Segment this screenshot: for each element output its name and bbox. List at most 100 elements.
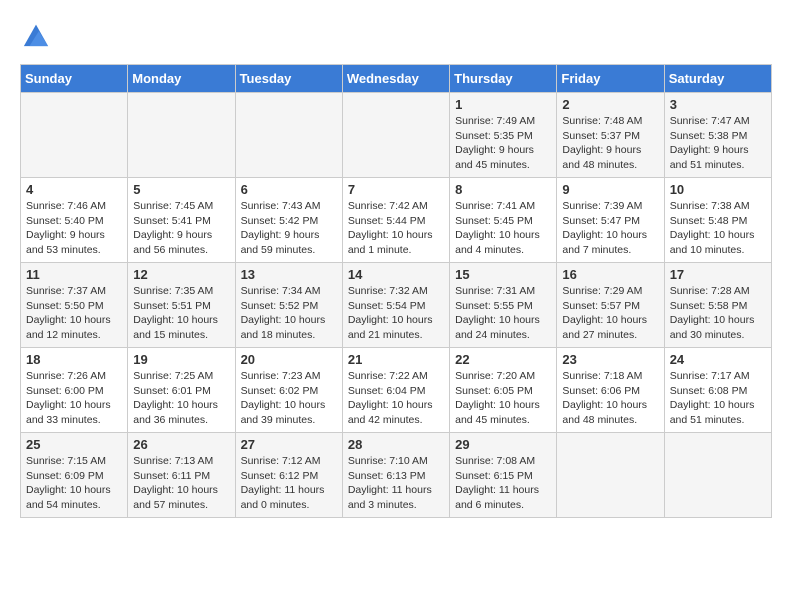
day-number: 24 [670, 352, 766, 367]
calendar-cell: 8 Sunrise: 7:41 AM Sunset: 5:45 PM Daylig… [450, 178, 557, 263]
calendar-cell: 26Sunrise: 7:13 AM Sunset: 6:11 PM Dayli… [128, 433, 235, 518]
day-number: 21 [348, 352, 444, 367]
column-header-thursday: Thursday [450, 65, 557, 93]
day-number: 20 [241, 352, 337, 367]
day-number: 2 [562, 97, 658, 112]
calendar-cell: 11 Sunrise: 7:37 AM Sunset: 5:50 PM Dayli… [21, 263, 128, 348]
calendar-cell: 7 Sunrise: 7:42 AM Sunset: 5:44 PM Daylig… [342, 178, 449, 263]
day-number: 22 [455, 352, 551, 367]
calendar-cell: 28 Sunrise: 7:10 AM Sunset: 6:13 PM Dayli… [342, 433, 449, 518]
day-number: 10 [670, 182, 766, 197]
day-number: 9 [562, 182, 658, 197]
calendar-cell: 22Sunrise: 7:20 AM Sunset: 6:05 PM Dayli… [450, 348, 557, 433]
day-number: 5 [133, 182, 229, 197]
calendar-cell: 10 Sunrise: 7:38 AM Sunset: 5:48 PM Dayli… [664, 178, 771, 263]
day-number: 15 [455, 267, 551, 282]
calendar-cell: 20 Sunrise: 7:23 AM Sunset: 6:02 PM Dayli… [235, 348, 342, 433]
day-info: Sunrise: 7:47 AM Sunset: 5:38 PM Dayligh… [670, 114, 766, 173]
day-number: 26 [133, 437, 229, 452]
page-header [20, 20, 772, 54]
day-info: Sunrise: 7:29 AM Sunset: 5:57 PM Dayligh… [562, 284, 658, 343]
calendar-cell: 17Sunrise: 7:28 AM Sunset: 5:58 PM Dayli… [664, 263, 771, 348]
calendar-week-row: 11 Sunrise: 7:37 AM Sunset: 5:50 PM Dayli… [21, 263, 772, 348]
calendar-cell: 24 Sunrise: 7:17 AM Sunset: 6:08 PM Dayli… [664, 348, 771, 433]
calendar-cell [342, 93, 449, 178]
day-number: 29 [455, 437, 551, 452]
day-info: Sunrise: 7:12 AM Sunset: 6:12 PM Dayligh… [241, 454, 337, 513]
day-number: 27 [241, 437, 337, 452]
day-number: 23 [562, 352, 658, 367]
column-header-tuesday: Tuesday [235, 65, 342, 93]
calendar-cell: 18 Sunrise: 7:26 AM Sunset: 6:00 PM Dayli… [21, 348, 128, 433]
column-header-wednesday: Wednesday [342, 65, 449, 93]
logo-icon [22, 20, 50, 48]
day-number: 11 [26, 267, 122, 282]
day-info: Sunrise: 7:48 AM Sunset: 5:37 PM Dayligh… [562, 114, 658, 173]
day-number: 18 [26, 352, 122, 367]
calendar-table: SundayMondayTuesdayWednesdayThursdayFrid… [20, 64, 772, 518]
day-number: 19 [133, 352, 229, 367]
day-info: Sunrise: 7:28 AM Sunset: 5:58 PM Dayligh… [670, 284, 766, 343]
calendar-cell: 25 Sunrise: 7:15 AM Sunset: 6:09 PM Dayli… [21, 433, 128, 518]
day-info: Sunrise: 7:15 AM Sunset: 6:09 PM Dayligh… [26, 454, 122, 513]
day-info: Sunrise: 7:26 AM Sunset: 6:00 PM Dayligh… [26, 369, 122, 428]
calendar-week-row: 1Sunrise: 7:49 AM Sunset: 5:35 PM Daylig… [21, 93, 772, 178]
day-info: Sunrise: 7:23 AM Sunset: 6:02 PM Dayligh… [241, 369, 337, 428]
calendar-cell: 2 Sunrise: 7:48 AM Sunset: 5:37 PM Daylig… [557, 93, 664, 178]
calendar-cell [557, 433, 664, 518]
calendar-cell [21, 93, 128, 178]
calendar-cell: 15 Sunrise: 7:31 AM Sunset: 5:55 PM Dayli… [450, 263, 557, 348]
calendar-cell [128, 93, 235, 178]
day-info: Sunrise: 7:41 AM Sunset: 5:45 PM Dayligh… [455, 199, 551, 258]
calendar-header-row: SundayMondayTuesdayWednesdayThursdayFrid… [21, 65, 772, 93]
day-info: Sunrise: 7:37 AM Sunset: 5:50 PM Dayligh… [26, 284, 122, 343]
calendar-cell: 13Sunrise: 7:34 AM Sunset: 5:52 PM Dayli… [235, 263, 342, 348]
calendar-cell: 3 Sunrise: 7:47 AM Sunset: 5:38 PM Daylig… [664, 93, 771, 178]
day-info: Sunrise: 7:22 AM Sunset: 6:04 PM Dayligh… [348, 369, 444, 428]
logo-text [20, 20, 50, 54]
column-header-monday: Monday [128, 65, 235, 93]
day-info: Sunrise: 7:35 AM Sunset: 5:51 PM Dayligh… [133, 284, 229, 343]
day-number: 7 [348, 182, 444, 197]
day-number: 28 [348, 437, 444, 452]
day-info: Sunrise: 7:10 AM Sunset: 6:13 PM Dayligh… [348, 454, 444, 513]
calendar-cell: 1Sunrise: 7:49 AM Sunset: 5:35 PM Daylig… [450, 93, 557, 178]
calendar-week-row: 25 Sunrise: 7:15 AM Sunset: 6:09 PM Dayli… [21, 433, 772, 518]
day-info: Sunrise: 7:31 AM Sunset: 5:55 PM Dayligh… [455, 284, 551, 343]
day-number: 6 [241, 182, 337, 197]
calendar-cell: 27 Sunrise: 7:12 AM Sunset: 6:12 PM Dayli… [235, 433, 342, 518]
column-header-sunday: Sunday [21, 65, 128, 93]
calendar-cell: 23 Sunrise: 7:18 AM Sunset: 6:06 PM Dayli… [557, 348, 664, 433]
logo [20, 20, 50, 54]
day-info: Sunrise: 7:42 AM Sunset: 5:44 PM Dayligh… [348, 199, 444, 258]
day-number: 4 [26, 182, 122, 197]
calendar-cell: 14Sunrise: 7:32 AM Sunset: 5:54 PM Dayli… [342, 263, 449, 348]
day-info: Sunrise: 7:43 AM Sunset: 5:42 PM Dayligh… [241, 199, 337, 258]
day-number: 8 [455, 182, 551, 197]
calendar-week-row: 18 Sunrise: 7:26 AM Sunset: 6:00 PM Dayli… [21, 348, 772, 433]
calendar-cell [235, 93, 342, 178]
day-info: Sunrise: 7:39 AM Sunset: 5:47 PM Dayligh… [562, 199, 658, 258]
day-number: 14 [348, 267, 444, 282]
day-info: Sunrise: 7:46 AM Sunset: 5:40 PM Dayligh… [26, 199, 122, 258]
day-number: 16 [562, 267, 658, 282]
calendar-cell: 29 Sunrise: 7:08 AM Sunset: 6:15 PM Dayli… [450, 433, 557, 518]
calendar-cell: 12 Sunrise: 7:35 AM Sunset: 5:51 PM Dayli… [128, 263, 235, 348]
day-info: Sunrise: 7:38 AM Sunset: 5:48 PM Dayligh… [670, 199, 766, 258]
calendar-cell: 21 Sunrise: 7:22 AM Sunset: 6:04 PM Dayli… [342, 348, 449, 433]
day-number: 25 [26, 437, 122, 452]
day-number: 1 [455, 97, 551, 112]
calendar-week-row: 4 Sunrise: 7:46 AM Sunset: 5:40 PM Daylig… [21, 178, 772, 263]
column-header-friday: Friday [557, 65, 664, 93]
day-number: 3 [670, 97, 766, 112]
calendar-cell: 19Sunrise: 7:25 AM Sunset: 6:01 PM Dayli… [128, 348, 235, 433]
day-info: Sunrise: 7:18 AM Sunset: 6:06 PM Dayligh… [562, 369, 658, 428]
calendar-cell [664, 433, 771, 518]
day-number: 12 [133, 267, 229, 282]
calendar-cell: 4 Sunrise: 7:46 AM Sunset: 5:40 PM Daylig… [21, 178, 128, 263]
day-info: Sunrise: 7:17 AM Sunset: 6:08 PM Dayligh… [670, 369, 766, 428]
calendar-cell: 6 Sunrise: 7:43 AM Sunset: 5:42 PM Daylig… [235, 178, 342, 263]
calendar-cell: 5Sunrise: 7:45 AM Sunset: 5:41 PM Daylig… [128, 178, 235, 263]
day-info: Sunrise: 7:08 AM Sunset: 6:15 PM Dayligh… [455, 454, 551, 513]
column-header-saturday: Saturday [664, 65, 771, 93]
